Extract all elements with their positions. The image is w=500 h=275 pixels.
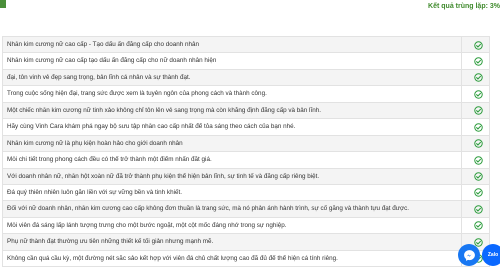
table-row: Đá quý thiên nhiên luôn gắn liền với sự … bbox=[2, 184, 490, 202]
column-divider bbox=[461, 69, 462, 86]
column-divider bbox=[461, 135, 462, 152]
sentence-text: Nhẫn kim cương nữ là phụ kiện hoàn hảo c… bbox=[7, 139, 183, 147]
top-bar: Kết quả trùng lặp: 3% bbox=[0, 0, 500, 32]
duplicate-result-label: Kết quả trùng lặp: 3% bbox=[428, 3, 500, 10]
sentence-text: Nhẫn kim cương nữ cao cấp tạo dấu ấn đẳn… bbox=[7, 57, 217, 65]
check-icon bbox=[474, 155, 483, 165]
column-divider bbox=[461, 102, 462, 119]
table-row: Nhẫn kim cương nữ là phụ kiện hoàn hảo c… bbox=[2, 135, 490, 153]
sentence-text: Đối với nữ doanh nhân, nhẫn kim cương ca… bbox=[7, 205, 410, 213]
sentence-text: Đá quý thiên nhiên luôn gắn liền với sự … bbox=[7, 188, 182, 196]
sentence-text: Nhẫn kim cương nữ cao cấp - Tạo dấu ấn đ… bbox=[7, 41, 200, 48]
check-icon bbox=[474, 172, 483, 181]
sentence-text: Không cần quá cầu kỳ, một đường nét sắc … bbox=[7, 254, 338, 262]
column-divider bbox=[461, 86, 462, 102]
sentence-text: Mỗi chi tiết trong phong cách đều có thể… bbox=[7, 156, 212, 164]
check-icon bbox=[474, 139, 483, 148]
table-row: Mỗi chi tiết trong phong cách đều có thể… bbox=[2, 152, 490, 169]
sentence-text: Hãy cùng Vinh Cara khám phá ngay bộ sưu … bbox=[7, 123, 296, 131]
table-row: Nhẫn kim cương nữ cao cấp tạo dấu ấn đẳn… bbox=[2, 53, 490, 70]
column-divider bbox=[461, 53, 462, 69]
sentence-text: Với doanh nhân nữ, nhẫn hột xoàn nữ đã t… bbox=[7, 172, 320, 180]
sentence-text: Phụ nữ thành đạt thường ưu tiên những th… bbox=[7, 238, 214, 246]
top-left-corner-mark bbox=[0, 0, 6, 8]
table-row: Không cần quá cầu kỳ, một đường nét sắc … bbox=[2, 250, 490, 268]
table-row: Một chiếc nhẫn kim cương nữ tinh xảo khô… bbox=[2, 102, 490, 120]
check-icon bbox=[474, 40, 483, 50]
column-divider bbox=[461, 217, 462, 234]
column-divider bbox=[461, 184, 462, 201]
messenger-chat-button[interactable] bbox=[458, 244, 480, 266]
table-row: Trong cuộc sống hiện đại, trang sức được… bbox=[2, 86, 490, 103]
check-icon bbox=[474, 73, 483, 83]
check-icon bbox=[474, 205, 483, 214]
check-icon bbox=[474, 221, 483, 231]
table-row: Nhẫn kim cương nữ cao cấp - Tạo dấu ấn đ… bbox=[2, 37, 490, 54]
table-row: đại, tôn vinh vẻ đẹp sang trọng, bản lĩn… bbox=[2, 69, 490, 87]
messenger-icon bbox=[463, 249, 475, 261]
zalo-label: Zalo bbox=[487, 252, 499, 258]
check-icon bbox=[474, 188, 483, 198]
sentence-text: Trong cuộc sống hiện đại, trang sức được… bbox=[7, 90, 267, 98]
table-row: Hãy cùng Vinh Cara khám phá ngay bộ sưu … bbox=[2, 119, 490, 136]
column-divider bbox=[461, 201, 462, 217]
check-icon bbox=[474, 106, 483, 115]
table-row: Với doanh nhân nữ, nhẫn hột xoàn nữ đã t… bbox=[2, 168, 490, 185]
table-row: Mỗi viên đá sáng lấp lánh tượng trưng ch… bbox=[2, 217, 490, 235]
zalo-chat-button[interactable]: Zalo bbox=[482, 244, 500, 266]
check-icon bbox=[474, 90, 483, 99]
column-divider bbox=[461, 37, 462, 53]
column-divider bbox=[461, 168, 462, 184]
sentence-text: đại, tôn vinh vẻ đẹp sang trọng, bản lĩn… bbox=[7, 73, 191, 81]
sentence-text: Một chiếc nhẫn kim cương nữ tinh xảo khô… bbox=[7, 106, 321, 114]
check-icon bbox=[474, 122, 483, 132]
column-divider bbox=[461, 119, 462, 135]
sentence-text: Mỗi viên đá sáng lấp lánh tượng trưng ch… bbox=[7, 221, 287, 229]
table-row: Phụ nữ thành đạt thường ưu tiên những th… bbox=[2, 234, 490, 251]
check-icon bbox=[474, 57, 483, 66]
table-row: Đối với nữ doanh nhân, nhẫn kim cương ca… bbox=[2, 201, 490, 218]
column-divider bbox=[461, 152, 462, 168]
sentence-check-table: Nhẫn kim cương nữ cao cấp - Tạo dấu ấn đ… bbox=[2, 36, 490, 268]
